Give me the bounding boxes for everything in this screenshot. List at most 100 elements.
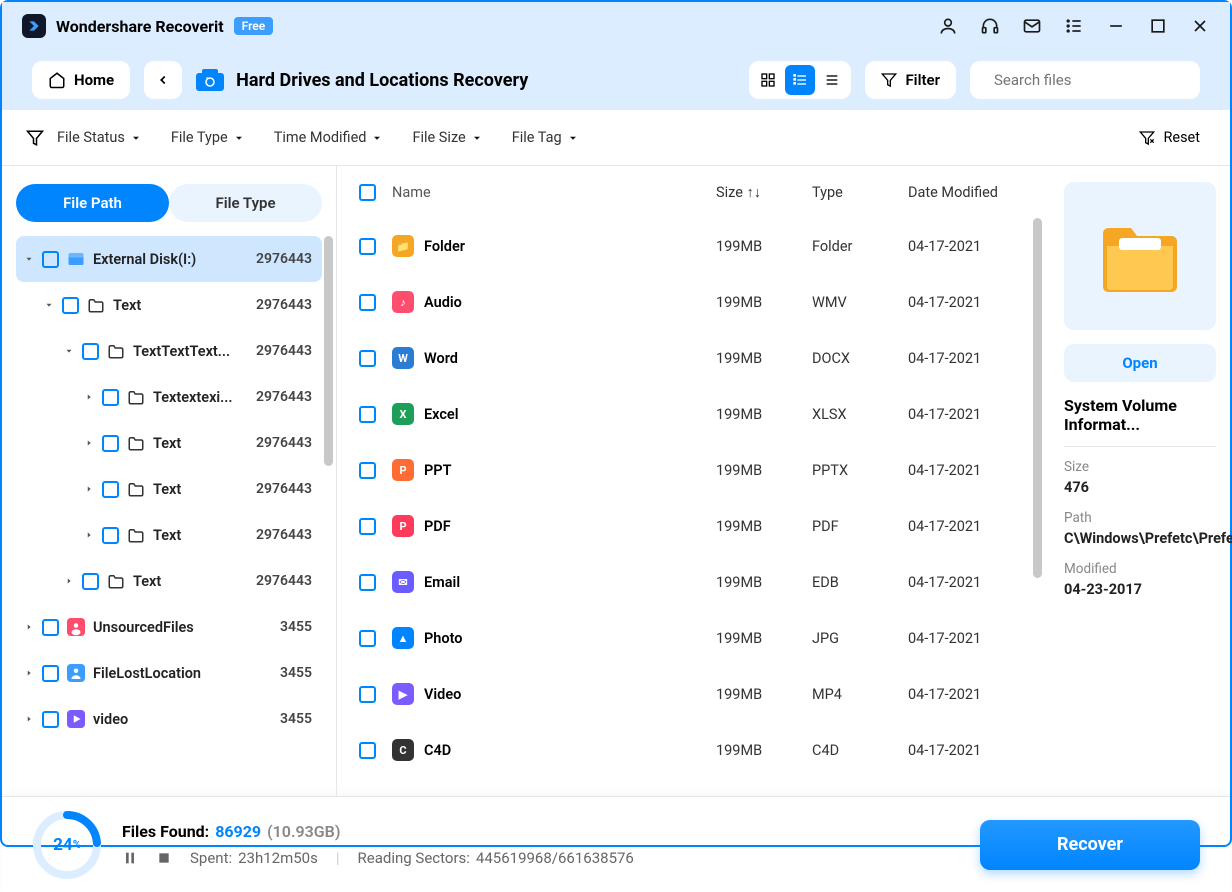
- stop-button[interactable]: [156, 850, 172, 866]
- row-name: PPPT: [392, 459, 700, 481]
- col-type[interactable]: Type: [812, 184, 892, 201]
- table-row[interactable]: ✉Email199MBEDB04-17-2021: [337, 554, 1050, 610]
- row-date: 04-17-2021: [908, 294, 1028, 311]
- row-checkbox[interactable]: [359, 742, 376, 759]
- table-row[interactable]: ▲Photo199MBJPG04-17-2021: [337, 610, 1050, 666]
- tree-item[interactable]: TextTextText... 2976443: [16, 328, 322, 374]
- tree-item[interactable]: External Disk(I:)2976443: [16, 236, 322, 282]
- back-button[interactable]: [144, 61, 182, 99]
- search-wrap[interactable]: [970, 61, 1200, 99]
- table-row[interactable]: 📁Folder199MBFolder04-17-2021: [337, 218, 1050, 274]
- row-name: ▲Photo: [392, 627, 700, 649]
- col-size[interactable]: Size ↑↓: [716, 184, 796, 201]
- reset-button[interactable]: Reset: [1139, 129, 1200, 146]
- filter-button[interactable]: Filter: [865, 61, 956, 99]
- row-checkbox[interactable]: [359, 462, 376, 479]
- table-row[interactable]: PPPT199MBPPTX04-17-2021: [337, 442, 1050, 498]
- tree-item-icon: [107, 572, 125, 590]
- row-checkbox[interactable]: [359, 406, 376, 423]
- row-type: JPG: [812, 630, 892, 647]
- row-size: 199MB: [716, 406, 796, 423]
- tree-checkbox[interactable]: [102, 527, 119, 544]
- close-icon[interactable]: [1190, 16, 1210, 36]
- view-menu-button[interactable]: [817, 65, 847, 95]
- filter-file-size[interactable]: File Size: [412, 129, 481, 146]
- tree-item-icon: [127, 388, 145, 406]
- filter-file-tag[interactable]: File Tag: [512, 129, 578, 146]
- tree-checkbox[interactable]: [42, 711, 59, 728]
- tree-checkbox[interactable]: [42, 619, 59, 636]
- tab-file-type[interactable]: File Type: [169, 184, 322, 222]
- file-icon: W: [392, 347, 414, 369]
- table-row[interactable]: CC4D199MBC4D04-17-2021: [337, 722, 1050, 778]
- list-icon[interactable]: [1064, 16, 1084, 36]
- view-grid-button[interactable]: [753, 65, 783, 95]
- chevron-down-icon: [234, 133, 244, 143]
- row-checkbox[interactable]: [359, 238, 376, 255]
- tree-item[interactable]: Text2976443: [16, 466, 322, 512]
- sidebar-scrollbar[interactable]: [324, 236, 333, 466]
- tree-item-icon: [127, 526, 145, 544]
- tree-checkbox[interactable]: [102, 481, 119, 498]
- open-button[interactable]: Open: [1064, 344, 1216, 382]
- table-row[interactable]: XExcel199MBXLSX04-17-2021: [337, 386, 1050, 442]
- tree-item[interactable]: Textextexi...2976443: [16, 374, 322, 420]
- row-name: PPDF: [392, 515, 700, 537]
- table-scrollbar[interactable]: [1033, 218, 1042, 578]
- tree-checkbox[interactable]: [82, 343, 99, 360]
- tree-item[interactable]: UnsourcedFiles3455: [16, 604, 322, 650]
- tree-item-count: 2976443: [256, 527, 312, 543]
- filter-file-type[interactable]: File Type: [171, 129, 244, 146]
- tree-checkbox[interactable]: [42, 251, 59, 268]
- tree-item[interactable]: Text2976443: [16, 558, 322, 604]
- tree-checkbox[interactable]: [82, 573, 99, 590]
- mail-icon[interactable]: [1022, 16, 1042, 36]
- tab-file-path[interactable]: File Path: [16, 184, 169, 222]
- row-size: 199MB: [716, 294, 796, 311]
- row-checkbox[interactable]: [359, 574, 376, 591]
- tree-checkbox[interactable]: [42, 665, 59, 682]
- tree-checkbox[interactable]: [102, 435, 119, 452]
- tree-item-label: Text: [113, 297, 248, 314]
- reading-value: 445619968/661638576: [476, 849, 634, 867]
- home-label: Home: [74, 71, 114, 89]
- funnel-icon: [26, 129, 44, 147]
- filter-time-modified[interactable]: Time Modified: [274, 129, 383, 146]
- table-row[interactable]: ▶Video199MBMP404-17-2021: [337, 666, 1050, 722]
- tree-item-count: 2976443: [256, 343, 312, 359]
- home-button[interactable]: Home: [32, 61, 130, 99]
- filter-file-status[interactable]: File Status: [57, 129, 141, 146]
- recover-button[interactable]: Recover: [980, 820, 1200, 870]
- view-list-button[interactable]: [785, 65, 815, 95]
- table-row[interactable]: PPDF199MBPDF04-17-2021: [337, 498, 1050, 554]
- file-icon: X: [392, 403, 414, 425]
- row-type: XLSX: [812, 406, 892, 423]
- maximize-icon[interactable]: [1148, 16, 1168, 36]
- tree-checkbox[interactable]: [62, 297, 79, 314]
- app-logo: [22, 14, 46, 38]
- headset-icon[interactable]: [980, 16, 1000, 36]
- tree-item[interactable]: video3455: [16, 696, 322, 742]
- tree-item[interactable]: Text2976443: [16, 420, 322, 466]
- table-row[interactable]: WWord199MBDOCX04-17-2021: [337, 330, 1050, 386]
- tree-item-label: TextTextText...: [133, 343, 248, 360]
- select-all-checkbox[interactable]: [359, 184, 376, 201]
- search-input[interactable]: [994, 71, 1193, 89]
- tree-checkbox[interactable]: [102, 389, 119, 406]
- account-icon[interactable]: [938, 16, 958, 36]
- row-checkbox[interactable]: [359, 350, 376, 367]
- tree-item[interactable]: Text2976443: [16, 512, 322, 558]
- row-checkbox[interactable]: [359, 630, 376, 647]
- col-date[interactable]: Date Modified: [908, 184, 1028, 201]
- col-name[interactable]: Name: [392, 184, 700, 201]
- tree-item-icon: [107, 342, 125, 360]
- tree-item[interactable]: Text2976443: [16, 282, 322, 328]
- minimize-icon[interactable]: [1106, 16, 1126, 36]
- pause-button[interactable]: [122, 850, 138, 866]
- table-row[interactable]: ♪Audio199MBWMV04-17-2021: [337, 274, 1050, 330]
- row-checkbox[interactable]: [359, 686, 376, 703]
- row-checkbox[interactable]: [359, 518, 376, 535]
- row-checkbox[interactable]: [359, 294, 376, 311]
- tree-item[interactable]: FileLostLocation3455: [16, 650, 322, 696]
- reset-icon: [1139, 130, 1155, 146]
